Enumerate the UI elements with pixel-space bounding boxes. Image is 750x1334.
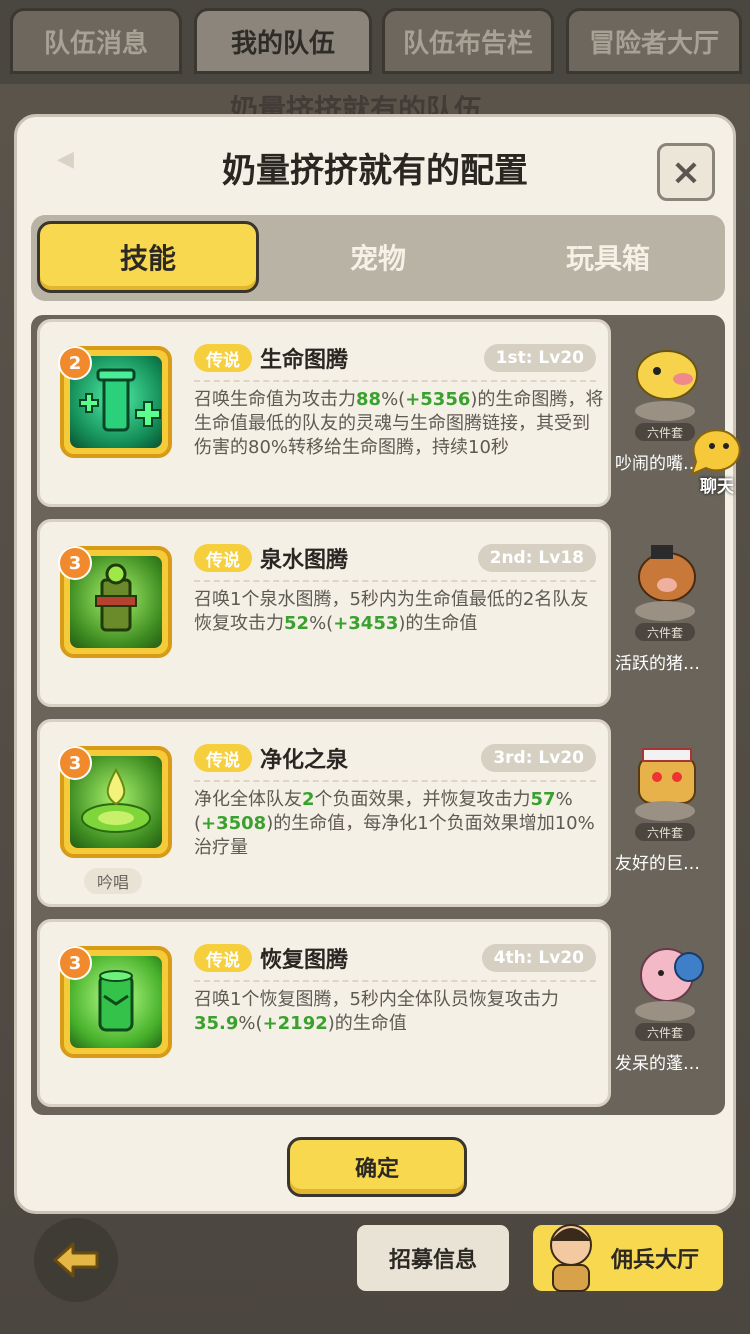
tab-team-board[interactable]: 队伍布告栏 (382, 8, 554, 74)
modal-title: 奶量挤挤就有的配置 (222, 151, 528, 191)
divider (194, 580, 596, 582)
description-text: )的生命值 (398, 613, 478, 634)
skill-rank-level: 1st: Lv20 (483, 344, 596, 372)
pedestal (635, 401, 695, 421)
description-text: 召唤生命值为攻击力 (194, 389, 356, 410)
description-text: %( (238, 1013, 263, 1034)
skill-list: 2 传说 生命图腾 1st: Lv20 召唤生命值为攻击力88%(+5356)的… (31, 315, 725, 1115)
tab-pets[interactable]: 宠物 (267, 221, 489, 293)
skill-card[interactable]: 2 传说 生命图腾 1st: Lv20 召唤生命值为攻击力88%(+5356)的… (37, 319, 611, 507)
pet-name: 活跃的猪… (615, 654, 700, 674)
rarity-badge: 传说 (194, 344, 252, 372)
tab-my-team[interactable]: 我的队伍 (194, 8, 372, 74)
skill-name: 泉水图腾 (260, 548, 349, 573)
mercenary-avatar (550, 1224, 592, 1292)
description-text: %( (381, 389, 406, 410)
skill-rank-level: 2nd: Lv18 (477, 544, 596, 572)
highlight-value: +3453 (333, 613, 399, 634)
config-modal: ◀ ◆ 奶量挤挤就有的配置 × 技能 宠物 玩具箱 2 传说 生命图腾 1st:… (14, 114, 736, 1214)
pet-name: 发呆的蓬… (615, 1054, 700, 1074)
skill-level-badge: 3 (58, 546, 92, 580)
skill-description: 召唤1个泉水图腾，5秒内为生命值最低的2名队友恢复攻击力52%(+3453)的生… (194, 588, 606, 636)
pet-name: 友好的巨… (615, 854, 700, 874)
divider (194, 380, 596, 382)
highlight-value: +5356 (405, 389, 471, 410)
highlight-value: +3508 (201, 813, 267, 834)
description-text: 净化全体队友 (194, 789, 302, 810)
close-button[interactable]: × (657, 143, 715, 201)
set-tag: 六件套 (635, 823, 695, 841)
tab-team-messages[interactable]: 队伍消息 (10, 8, 182, 74)
chant-tag: 吟唱 (84, 868, 142, 894)
mercenary-hall-label: 佣兵大厅 (610, 1248, 699, 1273)
pet-slot[interactable]: 六件套 友好的巨… (615, 719, 719, 907)
back-button[interactable] (34, 1218, 118, 1302)
skill-card[interactable]: 3 吟唱 传说 净化之泉 3rd: Lv20 净化全体队友2个负面效果，并恢复攻… (37, 719, 611, 907)
rarity-badge: 传说 (194, 544, 252, 572)
skill-level-badge: 3 (58, 746, 92, 780)
chat-button[interactable]: 聊天 (684, 424, 750, 497)
top-tab-bar: 队伍消息 我的队伍 队伍布告栏 冒险者大厅 (0, 0, 750, 84)
skill-name: 生命图腾 (260, 348, 349, 373)
pet-slot[interactable]: 六件套 活跃的猪… (615, 519, 719, 707)
rarity-badge: 传说 (194, 744, 252, 772)
skill-card[interactable]: 3 传说 泉水图腾 2nd: Lv18 召唤1个泉水图腾，5秒内为生命值最低的2… (37, 519, 611, 707)
chat-icon (690, 429, 741, 476)
divider (194, 780, 596, 782)
skill-rank-level: 4th: Lv20 (481, 944, 596, 972)
skill-description: 召唤1个恢复图腾，5秒内全体队员恢复攻击力 35.9%(+2192)的生命值 (194, 988, 606, 1036)
tab-skills[interactable]: 技能 (37, 221, 259, 293)
pedestal (635, 601, 695, 621)
pet-slot[interactable]: 六件套 发呆的蓬… (615, 919, 719, 1107)
skill-name: 净化之泉 (260, 748, 349, 773)
skill-name: 恢复图腾 (260, 948, 349, 973)
pedestal (635, 1001, 695, 1021)
arrow-left-icon (53, 1242, 99, 1278)
highlight-value: 52 (284, 613, 310, 634)
skill-description: 召唤生命值为攻击力88%(+5356)的生命图腾，将生命值最低的队友的灵魂与生命… (194, 388, 606, 460)
pedestal (635, 801, 695, 821)
highlight-value: 2 (302, 789, 315, 810)
rarity-badge: 传说 (194, 944, 252, 972)
highlight-value: 35.9 (194, 1013, 239, 1034)
skill-card[interactable]: 3 传说 恢复图腾 4th: Lv20 召唤1个恢复图腾，5秒内全体队员恢复攻击… (37, 919, 611, 1107)
description-text: 个负面效果，并恢复攻击力 (314, 789, 531, 810)
recruit-info-button[interactable]: 招募信息 (354, 1222, 512, 1294)
divider (194, 980, 596, 982)
config-tab-bar: 技能 宠物 玩具箱 (31, 215, 725, 301)
highlight-value: 57 (530, 789, 556, 810)
mercenary-hall-button[interactable]: 佣兵大厅 (530, 1222, 726, 1294)
highlight-value: +2192 (262, 1013, 328, 1034)
close-icon: × (670, 151, 702, 193)
tab-toybox[interactable]: 玩具箱 (497, 221, 719, 293)
skill-level-badge: 3 (58, 946, 92, 980)
set-tag: 六件套 (635, 1023, 695, 1041)
description-text: 召唤1个恢复图腾，5秒内全体队员恢复攻击力 (194, 989, 559, 1010)
skill-level-badge: 2 (58, 346, 92, 380)
tab-adventurer-hall[interactable]: 冒险者大厅 (566, 8, 742, 74)
description-text: %( (309, 613, 334, 634)
skill-description: 净化全体队友2个负面效果，并恢复攻击力57%(+3508)的生命值，每净化1个负… (194, 788, 606, 860)
description-text: )的生命值 (327, 1013, 407, 1034)
highlight-value: 88 (356, 389, 382, 410)
skill-rank-level: 3rd: Lv20 (481, 744, 596, 772)
chat-label: 聊天 (700, 477, 734, 497)
confirm-button[interactable]: 确定 (287, 1137, 467, 1197)
set-tag: 六件套 (635, 623, 695, 641)
